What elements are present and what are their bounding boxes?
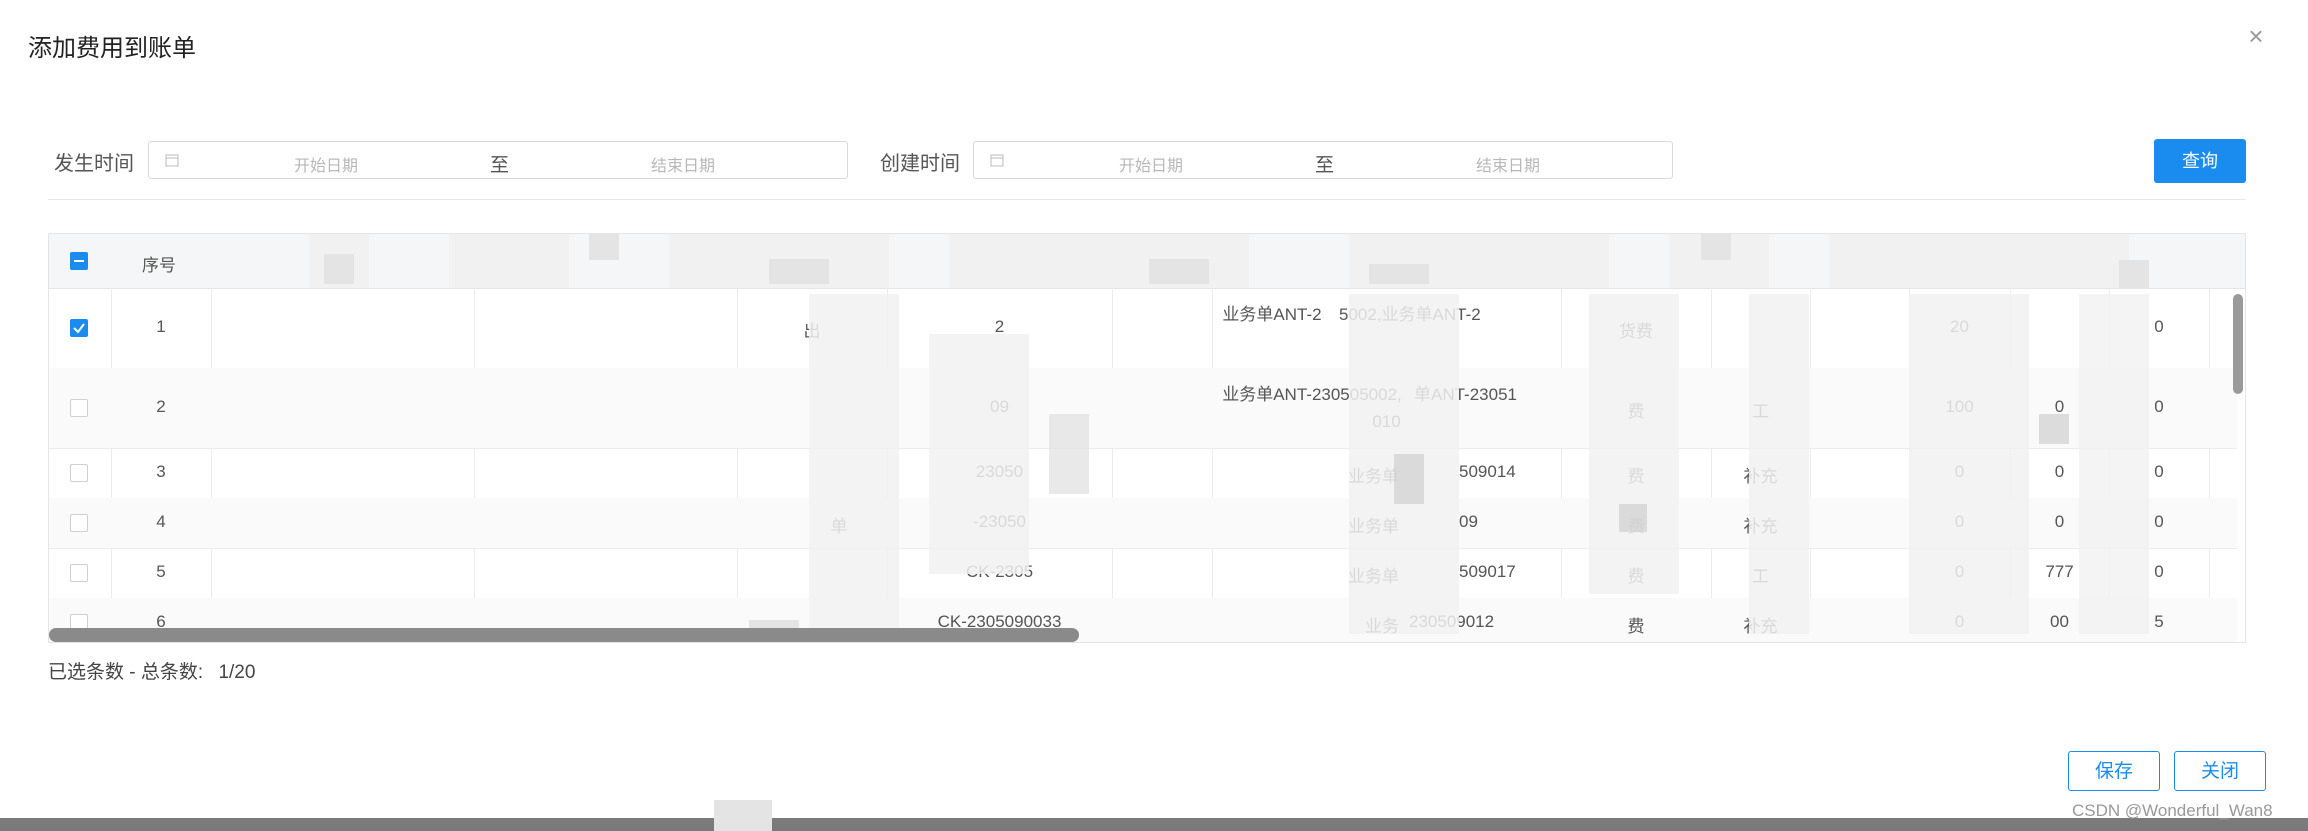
- check-icon: [73, 323, 85, 334]
- summary-value: 1/20: [218, 662, 256, 683]
- row-checkbox[interactable]: [70, 514, 88, 532]
- row-index: 2: [156, 397, 166, 416]
- start-date-input[interactable]: 开始日期: [1119, 152, 1183, 176]
- close-button[interactable]: 关闭: [2174, 751, 2266, 791]
- row-index: 1: [156, 317, 166, 336]
- calendar-icon: [990, 154, 1004, 167]
- row-index: 5: [156, 562, 166, 581]
- range-separator: 至: [490, 155, 510, 176]
- cell-business-order-rest: 09: [1459, 512, 1478, 531]
- query-button[interactable]: 查询: [2154, 139, 2246, 183]
- select-all-checkbox[interactable]: [70, 252, 88, 270]
- end-date-input[interactable]: 结束日期: [1476, 152, 1540, 176]
- cell-business-order-rest: 509014: [1459, 462, 1516, 481]
- calendar-icon: [165, 154, 179, 167]
- dialog-title: 添加费用到账单: [28, 35, 196, 62]
- horizontal-scrollbar[interactable]: [49, 628, 1079, 642]
- row-checkbox[interactable]: [70, 464, 88, 482]
- summary-label: 已选条数 - 总条数:: [48, 662, 204, 683]
- save-button[interactable]: 保存: [2068, 751, 2160, 791]
- header-index: 序号: [142, 256, 176, 275]
- add-fee-dialog: 添加费用到账单 × 发生时间 开始日期 至 结束日期 创建时间 开始日期 至 结…: [0, 0, 2308, 820]
- cell-fee-name: 费: [1627, 617, 1645, 636]
- watermark: CSDN @Wonderful_Wan8: [2072, 801, 2273, 820]
- table-header: 序号: [49, 234, 2245, 289]
- occur-date-range[interactable]: 开始日期 至 结束日期: [148, 141, 848, 179]
- cell-business-order: 业务单ANT-2: [1222, 305, 1322, 324]
- row-index: 4: [156, 512, 166, 531]
- background-mosaic: [714, 800, 772, 831]
- end-date-input[interactable]: 结束日期: [651, 152, 715, 176]
- row-checkbox[interactable]: [70, 399, 88, 417]
- occur-time-label: 发生时间: [54, 153, 134, 175]
- row-index: 3: [156, 462, 166, 481]
- divider: [48, 199, 2246, 200]
- cell-business-order-rest: 509017: [1459, 562, 1516, 581]
- create-date-range[interactable]: 开始日期 至 结束日期: [973, 141, 1673, 179]
- range-separator: 至: [1315, 155, 1335, 176]
- fee-table: 序号 1 2 业务单ANT-2 0 2 业务单ANT-230505002, 单A…: [48, 233, 2246, 643]
- row-checkbox[interactable]: [70, 564, 88, 582]
- close-icon[interactable]: ×: [2242, 22, 2270, 50]
- start-date-input[interactable]: 开始日期: [294, 152, 358, 176]
- row-checkbox[interactable]: [70, 319, 88, 337]
- create-time-label: 创建时间: [880, 153, 960, 175]
- vertical-scrollbar[interactable]: [2233, 294, 2243, 394]
- selection-summary: 已选条数 - 总条数: 1/20: [48, 657, 255, 684]
